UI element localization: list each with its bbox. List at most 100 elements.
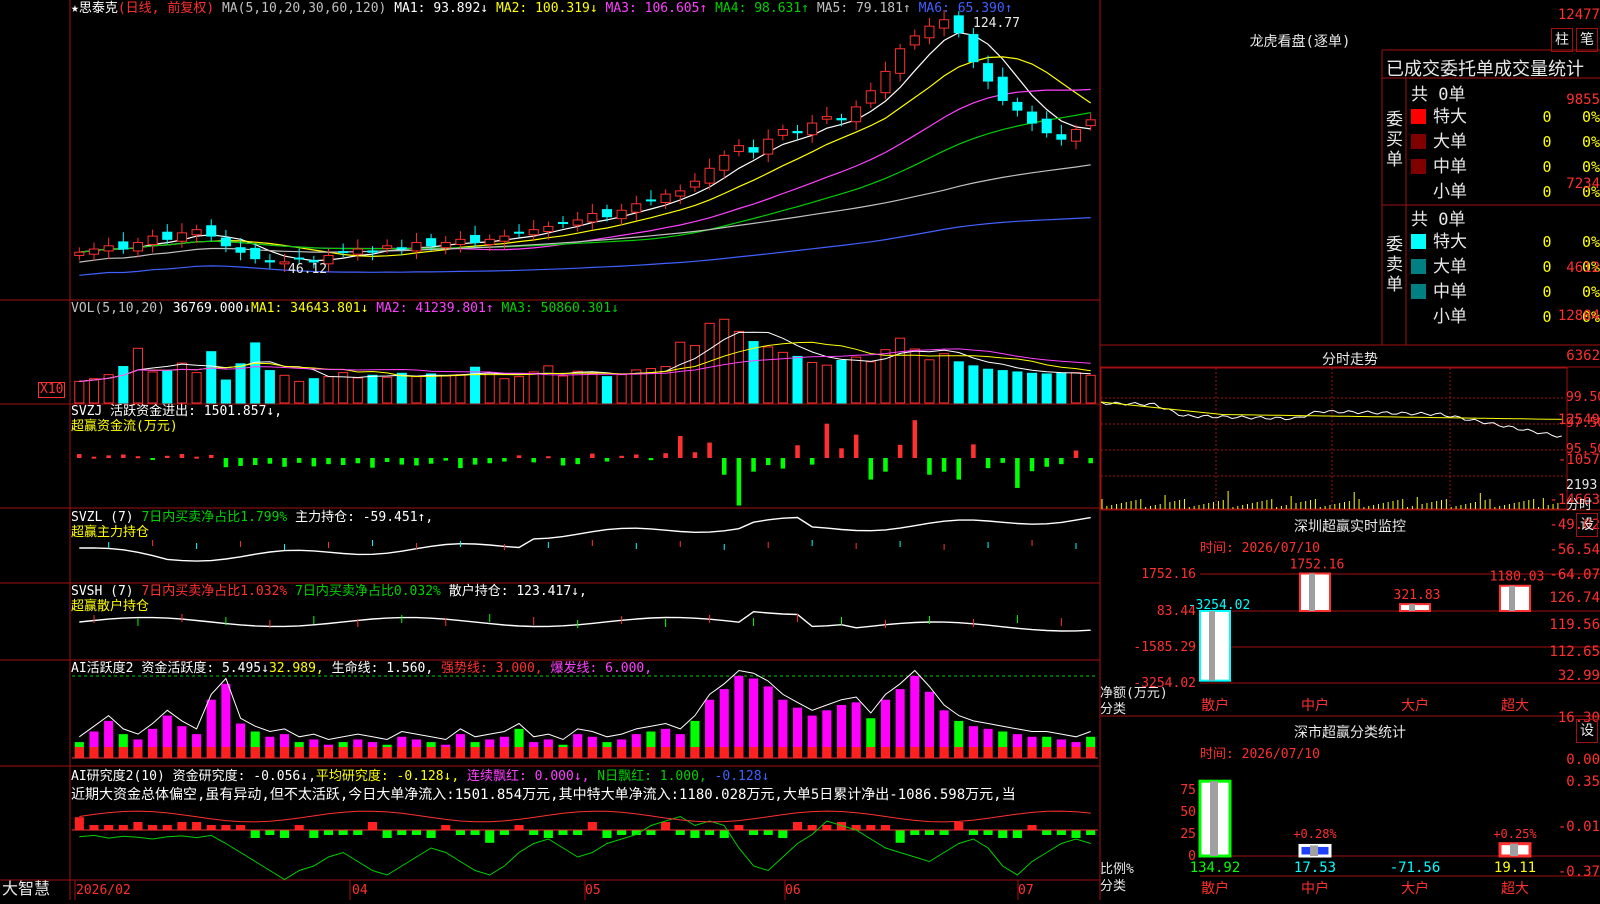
research-bar	[734, 825, 744, 830]
flow-bar	[824, 423, 830, 458]
candle-body	[572, 219, 583, 226]
research-bar	[1027, 825, 1037, 830]
candle-body	[953, 15, 964, 34]
volume-bar	[352, 377, 363, 404]
x-axis-label: 06	[785, 883, 801, 898]
sell-row-name: 特大	[1433, 232, 1467, 252]
volume-bar	[426, 373, 437, 404]
fl-pct-label: +0.25%	[1493, 827, 1537, 841]
candle-body	[1012, 101, 1023, 111]
candle-body	[865, 90, 876, 104]
fs-vol-label: 2193	[1566, 478, 1598, 493]
sell-row-pct: 0%	[1582, 233, 1600, 251]
ai-active-a: 资金活跃度: 5.495↓	[141, 661, 269, 676]
candle-body	[821, 116, 832, 120]
flow-bar	[634, 454, 639, 458]
volume-bar	[279, 374, 290, 404]
flow-bar	[648, 458, 654, 461]
activity-base-bar	[998, 747, 1008, 758]
volume-bar	[543, 365, 554, 404]
flow-bar	[560, 458, 566, 466]
sz-value-label: 321.83	[1394, 588, 1441, 603]
tick-mode-button[interactable]: 笔	[1576, 28, 1598, 52]
chart-canvas[interactable]: 特大 0 0%大单 0 0%中单 0 0%小单 0 0%特大 0 0%大单 0 0%中单 0 0%小单 0 0%…	[0, 0, 1600, 900]
activity-base-bar	[529, 747, 539, 758]
research-bar	[866, 825, 876, 830]
sz-settings-button[interactable]: 设	[1576, 513, 1598, 537]
research-bar	[118, 825, 128, 830]
flow-bar	[355, 458, 361, 464]
candle-body	[1056, 134, 1067, 140]
activity-base-bar	[441, 747, 451, 758]
research-bar	[646, 830, 656, 835]
fs-y-label: 99.50	[1566, 390, 1600, 405]
flow-bar	[721, 458, 727, 475]
ai-active-y-label: 0.00	[1566, 752, 1600, 768]
research-bar	[617, 830, 627, 835]
ma4-value: MA4: 98.631↑	[715, 1, 810, 16]
sell-total: 共 0单	[1411, 210, 1466, 230]
candle-body	[792, 130, 803, 134]
ai-active-header: AI活跃度2 资金活跃度: 5.495↓32.989, 生命线: 1.560, …	[71, 661, 652, 676]
volume-bar	[264, 370, 275, 404]
fl-y-label: 25	[1180, 827, 1196, 842]
volume-bar	[983, 368, 994, 404]
volume-bar	[191, 372, 202, 404]
sz-y-label: -1585.29	[1133, 640, 1196, 655]
flow-bar	[472, 458, 478, 465]
vol-value: 36769.000↓	[172, 301, 252, 316]
flow-bar	[340, 458, 346, 466]
candle-body	[118, 241, 129, 250]
activity-base-bar	[983, 747, 993, 758]
svzj-desc: 活跃资金进出: 1501.857↓,	[110, 404, 283, 419]
flow-bar	[399, 458, 405, 465]
fl-settings-button[interactable]: 设	[1576, 719, 1598, 743]
buy-row-pct: 0%	[1582, 158, 1600, 176]
volume-ma-line	[79, 348, 1091, 382]
svsh-y-label: 119.56	[1549, 617, 1600, 633]
flow-bar	[77, 454, 82, 458]
flow-bar	[91, 456, 97, 459]
flow-bar	[531, 458, 536, 463]
buy-orders-label: 委买单	[1386, 110, 1403, 170]
activity-base-bar	[309, 747, 319, 758]
fl-category-label: 大户	[1401, 880, 1429, 897]
candle-body	[470, 234, 481, 244]
flow-bar	[384, 458, 390, 462]
buy-swatch	[1411, 159, 1426, 174]
fl-date: 时间: 2026/07/10	[1200, 747, 1320, 762]
ma-line-3	[79, 88, 1091, 253]
activity-base-bar	[1071, 747, 1081, 758]
fl-category-label: 超大	[1501, 881, 1529, 897]
candle-body	[455, 238, 466, 245]
fl-x-title: 分类	[1100, 879, 1127, 894]
activity-base-bar	[661, 747, 671, 758]
flow-bar	[487, 458, 493, 464]
activity-base-bar	[133, 747, 143, 758]
svsh-label: SVSH (7)	[71, 584, 134, 599]
vol-y-label: 12884	[1557, 308, 1600, 324]
flow-bar	[252, 458, 258, 466]
activity-base-bar	[455, 747, 465, 758]
svzj-sub: 超赢资金流(万元)	[71, 419, 178, 434]
fl-value-label: 19.11	[1494, 860, 1536, 876]
sell-swatch	[1411, 234, 1426, 249]
flow-bar	[238, 458, 243, 466]
flow-bar	[458, 458, 463, 469]
flow-bar	[604, 458, 610, 462]
research-bar	[485, 830, 495, 843]
research-bar	[279, 830, 290, 838]
volume-bar	[528, 371, 539, 404]
volume-bar	[470, 366, 481, 404]
high-mark: 124.77	[973, 16, 1020, 31]
activity-base-bar	[74, 747, 84, 758]
chart-stage[interactable]: 特大 0 0% 大单 0 0% 中单 0 0% 小单 0 0% 特大 0 0% 大单 0 0% 中单 0 0% 小单 0 0%…	[0, 0, 1600, 900]
flow-bar	[883, 458, 888, 472]
candle-body	[601, 209, 613, 218]
bar-mode-button[interactable]: 柱	[1551, 28, 1573, 52]
flow-bar	[150, 458, 155, 460]
candle-body	[689, 180, 700, 188]
research-bar	[705, 830, 715, 835]
candle-body	[616, 209, 627, 220]
ma2-value: MA2: 100.319↓	[495, 1, 598, 16]
